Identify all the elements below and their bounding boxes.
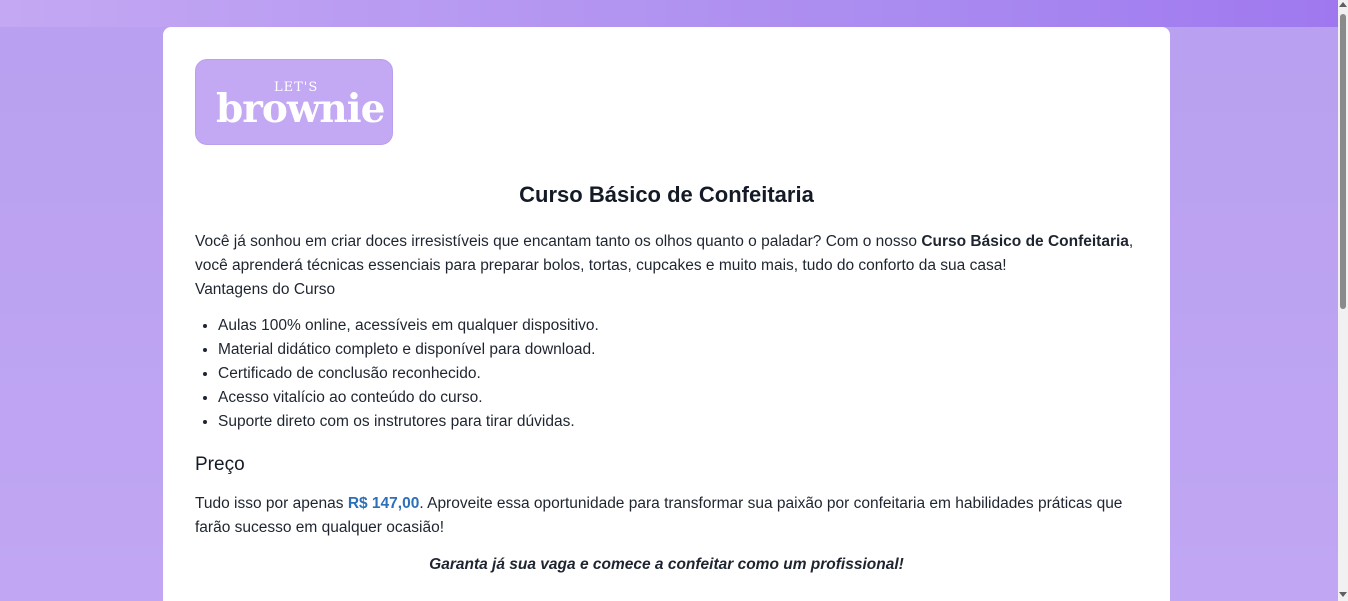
top-gradient-strip bbox=[0, 0, 1338, 27]
price-text-start: Tudo isso por apenas bbox=[195, 495, 348, 512]
list-item: Material didático completo e disponível … bbox=[218, 338, 599, 362]
price-value: R$ 147,00 bbox=[347, 495, 420, 512]
intro-course-name: Curso Básico de Confeitaria bbox=[921, 233, 1129, 250]
list-item: Acesso vitalício ao conteúdo do curso. bbox=[218, 386, 599, 410]
scroll-up-arrow-icon[interactable] bbox=[1339, 2, 1347, 7]
intro-paragraph: Você já sonhou em criar doces irresistív… bbox=[195, 230, 1145, 302]
scroll-down-arrow-icon[interactable] bbox=[1339, 592, 1347, 597]
list-item: Suporte direto com os instrutores para t… bbox=[218, 410, 599, 434]
intro-text-start: Você já sonhou em criar doces irresistív… bbox=[195, 233, 922, 250]
price-paragraph: Tudo isso por apenas R$ 147,00. Aproveit… bbox=[195, 492, 1145, 540]
course-card: LET'S brownie Curso Básico de Confeitari… bbox=[163, 27, 1170, 601]
page-title: Curso Básico de Confeitaria bbox=[519, 182, 814, 207]
price-heading: Preço bbox=[195, 454, 245, 475]
vertical-scrollbar[interactable] bbox=[1338, 0, 1348, 601]
advantages-heading: Vantagens do Curso bbox=[195, 281, 336, 298]
call-to-action: Garanta já sua vaga e comece a confeitar… bbox=[429, 556, 904, 573]
list-item: Aulas 100% online, acessíveis em qualque… bbox=[218, 314, 599, 338]
advantages-list: Aulas 100% online, acessíveis em qualque… bbox=[195, 314, 599, 434]
list-item: Certificado de conclusão reconhecido. bbox=[218, 362, 599, 386]
scrollbar-thumb[interactable] bbox=[1340, 14, 1346, 309]
brand-logo[interactable]: LET'S brownie bbox=[195, 59, 393, 145]
logo-main-text: brownie bbox=[216, 86, 385, 132]
